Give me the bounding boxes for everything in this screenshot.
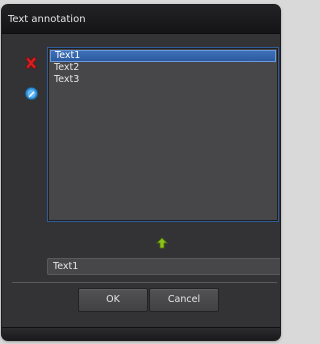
list-item[interactable]: Text3: [50, 74, 276, 86]
annotation-list[interactable]: Text1 Text2 Text3: [47, 47, 279, 222]
annotation-text-input[interactable]: [47, 258, 280, 275]
list-item[interactable]: Text1: [50, 50, 276, 62]
bottom-bar: [2, 327, 280, 340]
edit-pencil-icon[interactable]: [25, 85, 39, 100]
divider: [12, 282, 277, 283]
dialog-title: Text annotation: [8, 14, 86, 25]
ok-button[interactable]: OK: [78, 288, 148, 312]
cancel-button[interactable]: Cancel: [149, 288, 219, 312]
arrow-up-icon[interactable]: [155, 234, 169, 249]
list-item[interactable]: Text2: [50, 62, 276, 74]
title-bar[interactable]: Text annotation: [2, 5, 280, 34]
text-annotation-dialog: Text annotation Text1 Text2 Text3 OK Can…: [2, 5, 280, 340]
delete-x-icon[interactable]: [24, 55, 38, 70]
